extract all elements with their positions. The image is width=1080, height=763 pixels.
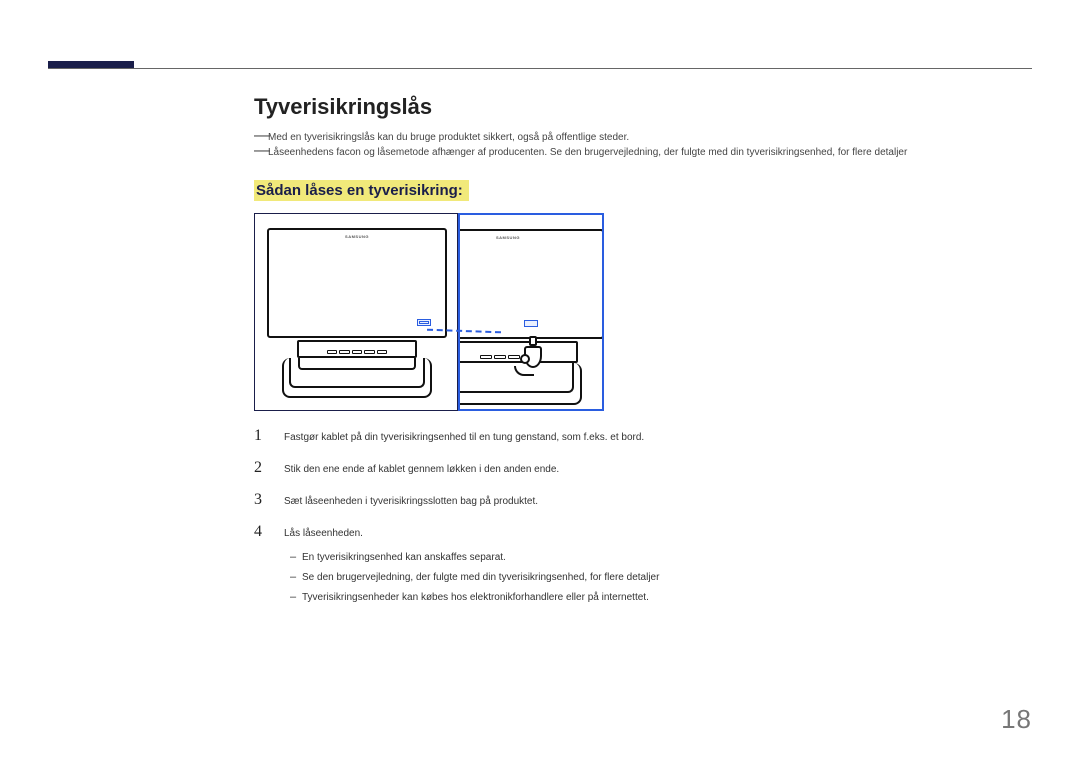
monitor-illustration: SAMSUNG — [267, 228, 447, 398]
step-3: 3 Sæt låseenheden i tyverisikringsslotte… — [254, 491, 1032, 509]
note-2: ― Låseenhedens facon og låsemetode afhæn… — [254, 145, 1032, 160]
step-text: Lås låseenheden. — [284, 527, 363, 541]
step-text: Sæt låseenheden i tyverisikringsslotten … — [284, 495, 538, 509]
step-number: 1 — [254, 427, 284, 445]
substep-text: En tyverisikringsenhed kan anskaffes sep… — [302, 551, 506, 565]
page: Tyverisikringslås ― Med en tyverisikring… — [0, 0, 1080, 763]
lock-slot-icon — [524, 320, 538, 327]
step-text: Stik den ene ende af kablet gennem løkke… — [284, 463, 559, 477]
substep-text: Tyverisikringsenheder kan købes hos elek… — [302, 591, 649, 605]
lock-icon — [520, 338, 548, 374]
substep: ‒ En tyverisikringsenhed kan anskaffes s… — [284, 551, 1032, 565]
substep: ‒ Tyverisikringsenheder kan købes hos el… — [284, 591, 1032, 605]
substep-text: Se den brugervejledning, der fulgte med … — [302, 571, 659, 585]
dash-icon: ― — [254, 130, 268, 142]
content: Tyverisikringslås ― Med en tyverisikring… — [254, 94, 1032, 605]
figure-zoom: SAMSUNG — [458, 213, 604, 411]
section-title: Tyverisikringslås — [254, 94, 1032, 120]
note-text: Med en tyverisikringslås kan du bruge pr… — [268, 130, 1032, 145]
brand-label: SAMSUNG — [496, 235, 520, 240]
lock-slot-icon — [417, 319, 431, 326]
header-rule — [48, 68, 1032, 69]
dash-icon: ‒ — [284, 591, 302, 604]
step-4: 4 Lås låseenheden. — [254, 523, 1032, 541]
page-number: 18 — [1001, 704, 1032, 735]
step-number: 3 — [254, 491, 284, 509]
subsection-title: Sådan låses en tyverisikring: — [254, 180, 469, 201]
note-1: ― Med en tyverisikringslås kan du bruge … — [254, 130, 1032, 145]
dash-icon: ― — [254, 145, 268, 157]
substep: ‒ Se den brugervejledning, der fulgte me… — [284, 571, 1032, 585]
substeps: ‒ En tyverisikringsenhed kan anskaffes s… — [284, 551, 1032, 605]
dash-icon: ‒ — [284, 571, 302, 584]
step-number: 4 — [254, 523, 284, 541]
step-2: 2 Stik den ene ende af kablet gennem løk… — [254, 459, 1032, 477]
step-text: Fastgør kablet på din tyverisikringsenhe… — [284, 431, 644, 445]
brand-label: SAMSUNG — [345, 234, 369, 239]
step-1: 1 Fastgør kablet på din tyverisikringsen… — [254, 427, 1032, 445]
figure-row: SAMSUNG SAMSUNG — [254, 213, 1032, 411]
step-number: 2 — [254, 459, 284, 477]
monitor-illustration-zoom: SAMSUNG — [460, 229, 602, 405]
figure-overview: SAMSUNG — [254, 213, 458, 411]
note-text: Låseenhedens facon og låsemetode afhænge… — [268, 145, 1032, 160]
dash-icon: ‒ — [284, 551, 302, 564]
steps-list: 1 Fastgør kablet på din tyverisikringsen… — [254, 427, 1032, 605]
